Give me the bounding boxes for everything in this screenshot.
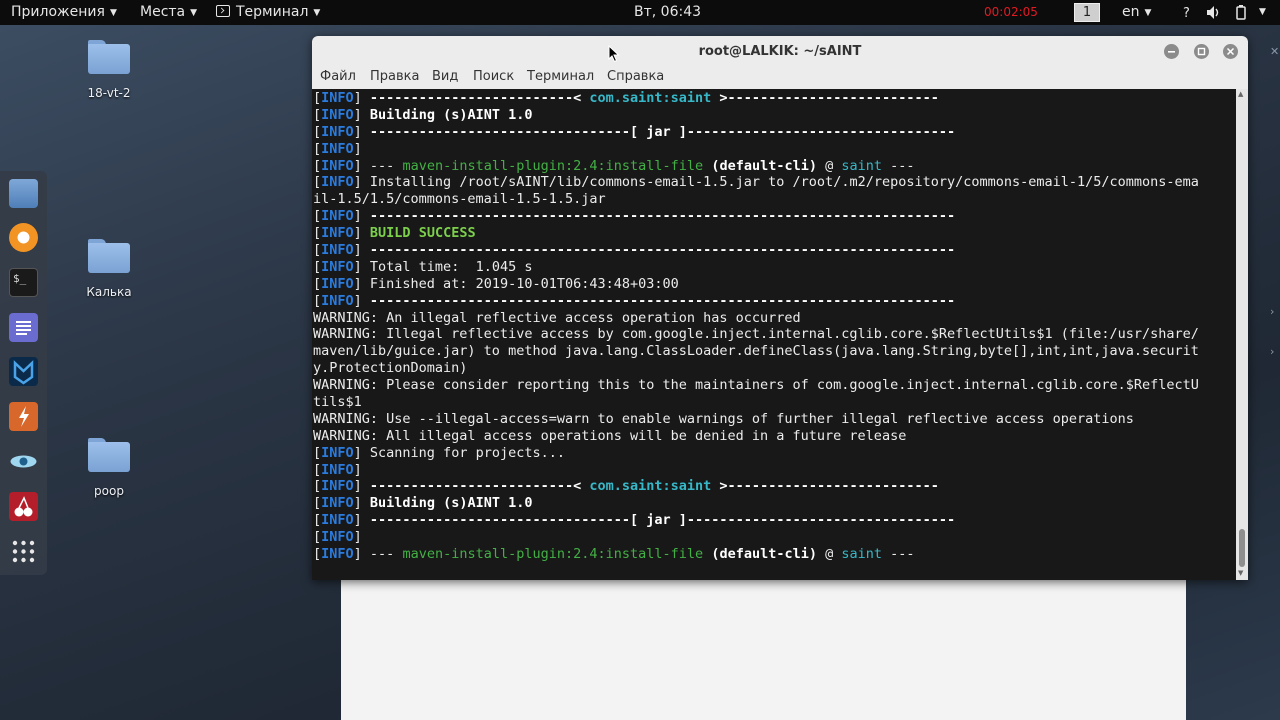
- menu-bar: Файл Правка Вид Поиск Терминал Справка: [312, 67, 1248, 89]
- dock: $_: [0, 171, 47, 575]
- terminal-line: maven/lib/guice.jar) to method java.lang…: [313, 343, 1199, 360]
- menu-help[interactable]: Справка: [607, 69, 664, 84]
- terminal-line: [INFO] ---------------------------------…: [313, 292, 956, 309]
- top-panel: Приложения ▼ Места ▼ Терминал ▼ Вт, 06:43 0…: [0, 0, 1280, 25]
- system-menu[interactable]: ▼: [1259, 0, 1266, 25]
- terminal-app-menu[interactable]: Терминал ▼: [216, 0, 320, 25]
- applications-menu[interactable]: Приложения ▼: [11, 0, 117, 25]
- minimize-icon: [1168, 51, 1175, 53]
- terminal-line: [INFO]: [313, 461, 362, 478]
- desktop-icon-label: 18-vt-2: [87, 86, 131, 100]
- chevron-down-icon: ▼: [313, 8, 321, 18]
- close-icon: [1226, 47, 1235, 56]
- terminal-line: WARNING: An illegal reflective access op…: [313, 309, 801, 326]
- maximize-icon: [1197, 47, 1206, 56]
- terminal-line: [INFO] Building (s)AINT 1.0: [313, 106, 533, 123]
- terminal-line: [INFO]: [313, 140, 362, 157]
- edge-arrow-icon: ✕: [1270, 45, 1280, 58]
- terminal-line: [INFO] Scanning for projects...: [313, 444, 565, 461]
- scrollbar-thumb[interactable]: [1239, 529, 1245, 567]
- svg-text:?: ?: [1183, 6, 1190, 20]
- workspace-number: 1: [1074, 3, 1100, 22]
- recording-time: 00:02:05: [984, 5, 1038, 19]
- terminal-line: [INFO]: [313, 529, 362, 546]
- terminal-line: [INFO] Installing /root/sAINT/lib/common…: [313, 174, 1199, 191]
- terminal-line: [INFO] Total time: 1.045 s: [313, 258, 533, 275]
- terminal-line: y.ProtectionDomain): [313, 360, 468, 377]
- desktop-folder-kalka[interactable]: Калька: [69, 239, 149, 299]
- firefox-icon[interactable]: [9, 223, 38, 252]
- terminal-line: WARNING: Use --illegal-access=warn to en…: [313, 410, 1134, 427]
- terminal-icon: [216, 5, 230, 17]
- eye-icon[interactable]: [9, 447, 38, 476]
- desktop-icon-label: poop: [94, 484, 124, 498]
- desktop-folder-18-vt-2[interactable]: 18-vt-2: [69, 40, 149, 100]
- recording-indicator[interactable]: 00:02:05: [984, 0, 1038, 25]
- desktop-folder-poop[interactable]: poop: [69, 438, 149, 498]
- files-icon[interactable]: [9, 179, 38, 208]
- language-selector[interactable]: en ▼: [1122, 0, 1151, 25]
- scroll-up-icon[interactable]: ▲: [1238, 90, 1243, 98]
- folder-icon: [88, 438, 130, 472]
- terminal-line: [INFO] --------------------------------[…: [313, 123, 956, 140]
- places-label: Места: [140, 4, 186, 20]
- battery-icon[interactable]: [1234, 5, 1248, 20]
- edge-arrow-icon: ›: [1270, 305, 1275, 318]
- menu-edit[interactable]: Правка: [370, 69, 419, 84]
- terminal-line: [INFO] -------------------------< com.sa…: [313, 478, 939, 495]
- minimize-button[interactable]: [1164, 44, 1179, 59]
- terminal-output[interactable]: [INFO] -------------------------< com.sa…: [312, 89, 1236, 580]
- applications-label: Приложения: [11, 4, 105, 20]
- terminal-scrollbar[interactable]: ▲ ▼: [1236, 89, 1248, 580]
- burpsuite-icon[interactable]: [9, 402, 38, 431]
- window-titlebar[interactable]: root@LALKIK: ~/sAINT: [312, 36, 1248, 67]
- menu-terminal[interactable]: Терминал: [527, 69, 594, 84]
- language-label: en: [1122, 4, 1140, 20]
- maximize-button[interactable]: [1194, 44, 1209, 59]
- terminal-line: [INFO] ---------------------------------…: [313, 208, 956, 225]
- desktop-icon-label: Калька: [86, 285, 132, 299]
- chevron-down-icon: ▼: [1259, 7, 1266, 17]
- chevron-down-icon: ▼: [1144, 8, 1152, 18]
- terminal-line: WARNING: All illegal access operations w…: [313, 427, 907, 444]
- app-grid-icon[interactable]: [9, 537, 38, 566]
- edge-arrow-icon: ›: [1270, 345, 1275, 358]
- terminal-line: WARNING: Please consider reporting this …: [313, 377, 1199, 394]
- places-menu[interactable]: Места ▼: [140, 0, 197, 25]
- terminal-window: root@LALKIK: ~/sAINT Файл Правка Вид Пои…: [312, 36, 1248, 580]
- menu-view[interactable]: Вид: [432, 69, 458, 84]
- help-icon[interactable]: ?: [1181, 5, 1195, 20]
- clock[interactable]: Вт, 06:43: [634, 0, 701, 25]
- terminal-icon[interactable]: $_: [9, 268, 38, 297]
- terminal-line: [INFO] Finished at: 2019-10-01T06:43:48+…: [313, 275, 679, 292]
- terminal-line: [INFO] --- maven-install-plugin:2.4:inst…: [313, 546, 915, 563]
- volume-icon[interactable]: [1206, 5, 1220, 20]
- close-button[interactable]: [1223, 44, 1238, 59]
- cherrytree-icon[interactable]: [9, 492, 38, 521]
- window-title: root@LALKIK: ~/sAINT: [698, 44, 862, 59]
- terminal-app-label: Терминал: [236, 4, 309, 20]
- chevron-down-icon: ▼: [109, 8, 117, 18]
- folder-icon: [88, 239, 130, 273]
- metasploit-icon[interactable]: [9, 357, 38, 386]
- menu-file[interactable]: Файл: [320, 69, 356, 84]
- terminal-line: tils$1: [313, 394, 362, 411]
- terminal-line: il-1.5/1.5/commons-email-1.5-1.5.jar: [313, 191, 606, 208]
- terminal-line: [INFO] Building (s)AINT 1.0: [313, 495, 533, 512]
- terminal-line: [INFO] --- maven-install-plugin:2.4:inst…: [313, 157, 915, 174]
- scroll-down-icon[interactable]: ▼: [1238, 569, 1243, 577]
- menu-search[interactable]: Поиск: [473, 69, 514, 84]
- clock-label: Вт, 06:43: [634, 4, 702, 20]
- chevron-down-icon: ▼: [190, 8, 198, 18]
- mouse-cursor-icon: [608, 45, 620, 63]
- terminal-line: [INFO] --------------------------------[…: [313, 512, 956, 529]
- terminal-line: [INFO] -------------------------< com.sa…: [313, 90, 939, 106]
- terminal-line: [INFO] ---------------------------------…: [313, 242, 956, 259]
- workspace-switcher[interactable]: 1: [1074, 0, 1100, 25]
- text-editor-icon[interactable]: [9, 313, 38, 342]
- folder-icon: [88, 40, 130, 74]
- terminal-line: [INFO] BUILD SUCCESS: [313, 225, 476, 242]
- terminal-line: WARNING: Illegal reflective access by co…: [313, 326, 1199, 343]
